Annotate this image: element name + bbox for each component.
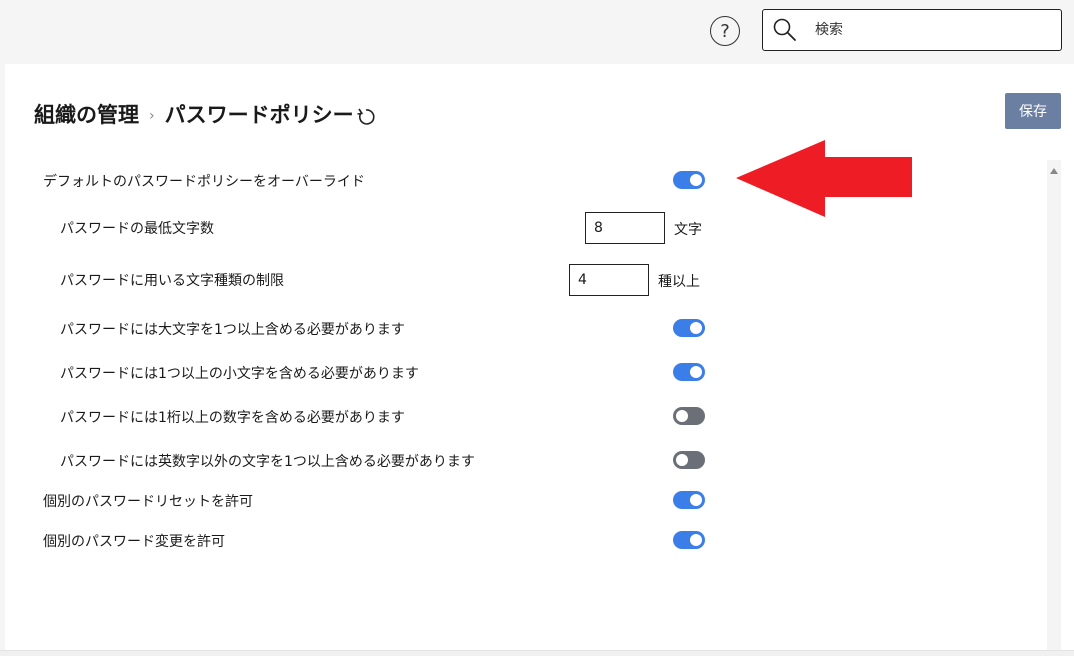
scrollbar[interactable] [1047,160,1061,656]
setting-label: 個別のパスワードリセットを許可 [43,494,253,510]
search-icon[interactable] [763,10,807,50]
setting-row: 個別のパスワード変更を許可 [5,525,715,555]
setting-row: パスワードには1桁以上の数字を含める必要があります [5,401,715,431]
toggle-knob [690,534,702,546]
help-icon[interactable]: ? [710,16,740,46]
setting-row: 個別のパスワードリセットを許可 [5,485,715,515]
setting-toggle[interactable] [673,319,705,337]
setting-label: パスワードに用いる文字種類の制限 [60,273,284,289]
search-box[interactable] [762,9,1062,51]
setting-label: パスワードには1桁以上の数字を含める必要があります [60,410,405,426]
setting-label: 個別のパスワード変更を許可 [43,534,225,550]
setting-label: パスワードには英数字以外の文字を1つ以上含める必要があります [60,454,475,470]
number-input[interactable] [585,212,665,244]
scroll-up-icon[interactable] [1050,168,1058,174]
setting-toggle[interactable] [673,491,705,509]
refresh-icon[interactable] [356,107,376,127]
toggle-knob [676,410,688,422]
breadcrumb: 組織の管理 › パスワードポリシー [34,98,376,130]
setting-toggle[interactable] [673,451,705,469]
toggle-knob [690,366,702,378]
setting-row: パスワードに用いる文字種類の制限 種以上 [5,264,715,296]
setting-toggle[interactable] [673,531,705,549]
toggle-knob [690,174,702,186]
search-input[interactable] [807,12,1047,48]
toggle-knob [676,454,688,466]
setting-row: パスワードには英数字以外の文字を1つ以上含める必要があります [5,445,715,475]
toggle-knob [690,494,702,506]
setting-row: パスワードには大文字を1つ以上含める必要があります [5,313,715,343]
unit-label: 文字 [674,222,702,238]
save-button[interactable]: 保存 [1005,93,1061,129]
setting-toggle[interactable] [673,171,705,189]
setting-label: パスワードには1つ以上の小文字を含める必要があります [60,366,419,382]
setting-label: デフォルトのパスワードポリシーをオーバーライド [43,174,365,190]
bottom-edge [0,650,1074,656]
page-title: パスワードポリシー [164,103,354,127]
setting-row: デフォルトのパスワードポリシーをオーバーライド [5,165,715,195]
setting-toggle[interactable] [673,363,705,381]
breadcrumb-parent[interactable]: 組織の管理 [34,99,139,129]
setting-label: パスワードには大文字を1つ以上含める必要があります [60,322,405,338]
setting-toggle[interactable] [673,407,705,425]
toggle-knob [690,322,702,334]
top-bar: ? [0,0,1074,64]
setting-label: パスワードの最低文字数 [60,221,214,237]
red-arrow-annotation [736,140,912,217]
setting-row: パスワードには1つ以上の小文字を含める必要があります [5,357,715,387]
number-input[interactable] [569,264,649,296]
unit-label: 種以上 [658,274,700,290]
setting-row: パスワードの最低文字数 文字 [5,212,715,244]
breadcrumb-separator: › [149,108,155,124]
main-panel: 組織の管理 › パスワードポリシー 保存 デフォルトのパスワードポリシーをオーバ… [5,64,1074,656]
